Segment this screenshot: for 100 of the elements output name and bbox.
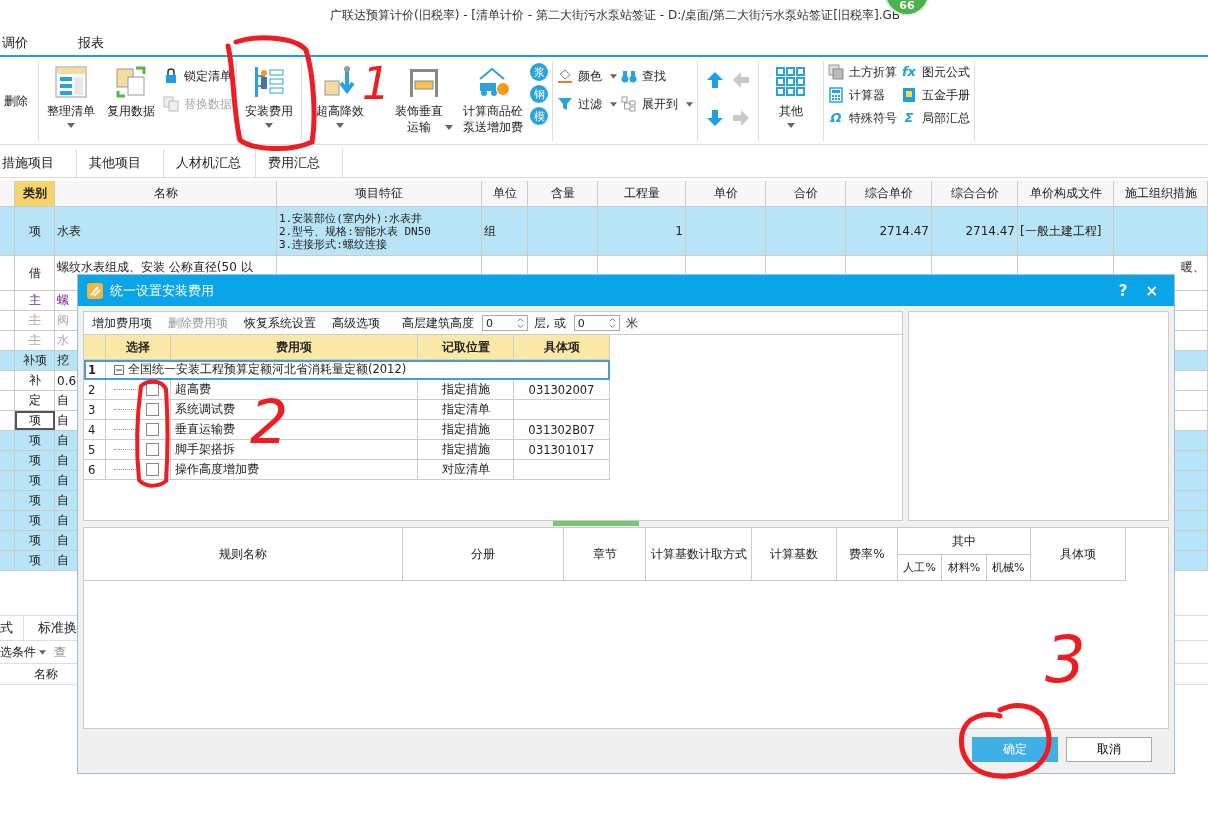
ribbon-button[interactable]: 锁定清单: [163, 67, 232, 85]
row-number: 5: [88, 442, 96, 457]
ribbon-button[interactable]: fx 图元公式: [901, 63, 970, 81]
table-cell: 自: [57, 412, 69, 429]
sheets-icon: [114, 65, 148, 99]
ribbon-button[interactable]: Ω 特殊符号: [828, 109, 897, 127]
column-header: 单价构成文件: [1018, 181, 1114, 206]
type-cell: 项: [15, 431, 55, 450]
table-cell: 系统调试费: [175, 402, 235, 417]
table-cell: 自: [57, 392, 69, 409]
query-button[interactable]: 查: [54, 643, 66, 661]
app-icon: [86, 281, 104, 300]
type-cell: 项: [15, 531, 55, 550]
type-cell: 主: [15, 291, 55, 310]
menu-tab[interactable]: 报表: [76, 33, 130, 52]
table-cell: 暖、: [1181, 259, 1205, 276]
table-cell: 0.6: [57, 373, 77, 388]
type-cell: 项: [15, 511, 55, 530]
table-cell: 阀: [57, 312, 69, 329]
ribbon-button[interactable]: 展开到: [621, 95, 693, 113]
table-cell: 脚手架搭拆: [175, 442, 235, 457]
view-tab[interactable]: 人材机汇总: [174, 149, 256, 177]
ribbon-button[interactable]: 整理清单: [43, 61, 99, 130]
collapse-icon[interactable]: [114, 364, 124, 375]
table-cell: 指定措施: [441, 442, 490, 457]
toolbar-button[interactable]: 增加费用项: [92, 314, 152, 332]
column-header: 工程量: [598, 181, 686, 206]
dialog-button[interactable]: 取消: [1066, 737, 1152, 762]
floors-spinner[interactable]: 0: [482, 315, 528, 331]
row-number: 2: [88, 382, 96, 397]
toolbar-button[interactable]: 恢复系统设置: [244, 314, 316, 332]
table-cell: 超高费: [175, 382, 211, 397]
ribbon-button[interactable]: 五金手册: [901, 86, 970, 104]
view-tab[interactable]: 措施项目: [0, 149, 77, 177]
column-header: 含量: [528, 181, 598, 206]
menu-tab[interactable]: 调价: [0, 33, 54, 52]
arrow-up-icon[interactable]: [706, 71, 724, 89]
column-header: 合价: [766, 181, 846, 206]
checkbox[interactable]: [146, 403, 159, 416]
delete-button[interactable]: 删除: [4, 61, 34, 110]
glyph-icon: Ω: [828, 110, 844, 126]
table-cell: 指定措施: [441, 422, 490, 437]
type-cell: 主: [15, 331, 55, 350]
column-header: 规则名称: [84, 528, 403, 580]
table-cell: 指定清单: [441, 402, 490, 417]
ribbon-button[interactable]: 计算器: [828, 86, 897, 104]
ribbon-button[interactable]: 计算商品砼 泵送增加费: [460, 61, 526, 137]
ribbon-button[interactable]: 装饰垂直 运输: [392, 61, 456, 137]
type-cell: 项: [15, 551, 55, 570]
filter-dropdown[interactable]: 选条件: [0, 643, 46, 661]
table-cell: 2714.47: [879, 224, 929, 238]
checkbox[interactable]: [146, 443, 159, 456]
table-cell: 自: [57, 492, 69, 509]
column-header: 费率%: [837, 528, 898, 580]
binoculars-icon: [621, 68, 637, 84]
table-row[interactable]: 项 水表 1.安装部位(室内外):水表井 2.型号、规格:智能水表 DN50 3.连接形式:螺纹连接 组 1 2714.47 2714.47 [一般土建工程]: [0, 207, 1208, 256]
type-cell: 借: [15, 256, 55, 290]
checkbox[interactable]: [146, 463, 159, 476]
ribbon-button[interactable]: 安装费用: [241, 61, 297, 130]
caret-icon: [686, 101, 693, 107]
ribbon-button[interactable]: 其他: [763, 61, 819, 130]
column-header: 综合合价: [932, 181, 1018, 206]
column-header: 名称: [34, 665, 58, 683]
table-cell: 操作高度增加费: [175, 462, 259, 477]
column-header: 计算基数: [752, 528, 837, 580]
column-header: 其中: [898, 528, 1030, 555]
bucket-icon: [557, 68, 573, 84]
tree-row[interactable]: 1 全国统一安装工程预算定额河北省消耗量定额(2012): [84, 360, 610, 380]
ribbon-button[interactable]: 颜色: [557, 67, 617, 85]
tree-icon: [621, 96, 637, 112]
panel-tab[interactable]: 式: [0, 616, 24, 640]
column-header: 材料%: [942, 555, 987, 580]
splitter-handle[interactable]: [553, 521, 639, 526]
checkbox[interactable]: [146, 423, 159, 436]
column-header: 费用项: [171, 335, 418, 359]
hand-drawn-number: 1: [362, 62, 390, 106]
height-spinner[interactable]: 0: [573, 315, 620, 331]
lift-icon: [323, 65, 357, 99]
column-header: 选择: [106, 335, 171, 359]
layers-icon: [828, 64, 844, 80]
toolbar-button[interactable]: 高级选项: [332, 314, 380, 332]
table-cell: 螺纹水表组成、安装 公称直径(50 以: [57, 259, 253, 276]
ribbon-button[interactable]: 查找: [621, 67, 693, 85]
type-cell: 补项: [15, 351, 55, 370]
type-cell: 主: [15, 311, 55, 330]
view-tab[interactable]: 费用汇总: [266, 149, 343, 177]
arrow-down-icon[interactable]: [706, 109, 724, 127]
ribbon-button[interactable]: 复用数据: [103, 61, 159, 121]
caret-icon: [610, 101, 617, 107]
column-header: 单位: [482, 181, 528, 206]
type-cell: 项: [15, 471, 55, 490]
row-number: 1: [88, 362, 96, 377]
column-header: 单价: [686, 181, 766, 206]
column-header: 项目特征: [277, 181, 482, 206]
ribbon-button[interactable]: 过滤: [557, 95, 617, 113]
column-header: 施工组织措施: [1114, 181, 1208, 206]
filter-icon: [557, 96, 573, 112]
ribbon-button[interactable]: 土方折算: [828, 63, 897, 81]
view-tab[interactable]: 其他项目: [87, 149, 164, 177]
ribbon-button[interactable]: Σ 局部汇总: [901, 109, 970, 127]
